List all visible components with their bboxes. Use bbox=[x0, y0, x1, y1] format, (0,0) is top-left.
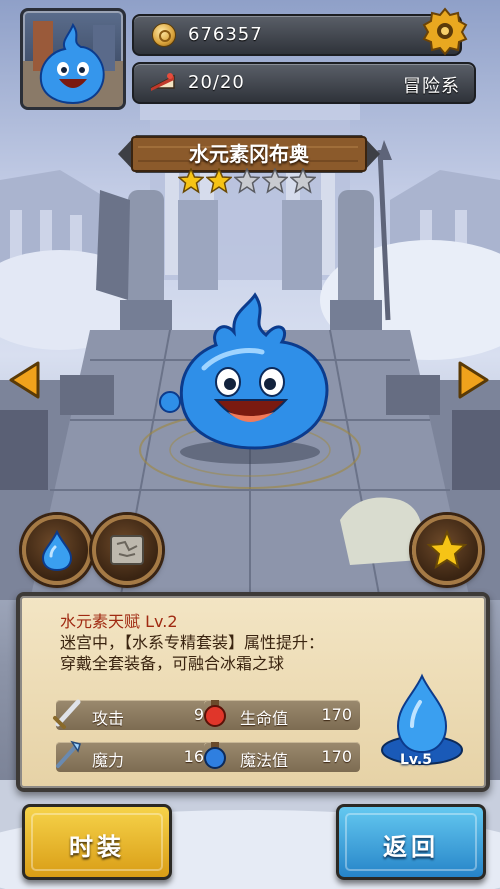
star-icon bbox=[426, 529, 468, 570]
water-slime-character[interactable] bbox=[150, 290, 360, 460]
map-button[interactable] bbox=[92, 515, 162, 585]
water-element-button[interactable] bbox=[22, 515, 92, 585]
star-filled-icon bbox=[206, 168, 232, 194]
coin-counter: 676357 bbox=[132, 14, 462, 56]
fashion-button[interactable]: 时装 bbox=[22, 804, 172, 880]
sword-icon bbox=[53, 699, 81, 729]
talent-description: 迷宫中，【水系专精套装】属性提升： 穿戴全套装备，可融合冰霜之球 bbox=[60, 632, 360, 674]
cake-slice-icon bbox=[150, 73, 175, 91]
talent-title: 水元素天赋 Lv.2 bbox=[60, 612, 178, 631]
star-empty-icon bbox=[290, 168, 316, 194]
staff-icon bbox=[56, 740, 81, 768]
blue-potion-icon bbox=[204, 742, 226, 769]
stat-mp: 魔法值 170 bbox=[204, 742, 360, 772]
coin-value: 676357 bbox=[188, 24, 263, 45]
star-filled-icon bbox=[178, 168, 204, 194]
stat-magic: 魔力 16 bbox=[56, 740, 212, 772]
water-drop-icon bbox=[41, 529, 73, 572]
star-rating bbox=[178, 168, 322, 194]
magic-label: 魔力 bbox=[92, 751, 125, 770]
favorite-button[interactable] bbox=[412, 515, 482, 585]
fashion-button-label: 时装 bbox=[69, 833, 125, 861]
attack-label: 攻击 bbox=[92, 709, 125, 728]
coin-icon bbox=[152, 23, 176, 47]
mp-value: 170 bbox=[321, 747, 352, 766]
mp-label: 魔法值 bbox=[240, 751, 289, 770]
talent-info-panel: 水元素天赋 Lv.2 迷宫中，【水系专精套装】属性提升： 穿戴全套装备，可融合冰… bbox=[16, 592, 490, 792]
star-empty-icon bbox=[234, 168, 260, 194]
arrow-left-icon[interactable] bbox=[8, 360, 42, 400]
slime-portrait-icon bbox=[23, 21, 123, 107]
red-potion-icon bbox=[204, 700, 226, 727]
stat-attack: 攻击 9 bbox=[53, 699, 212, 730]
map-scroll-icon bbox=[110, 535, 144, 565]
monster-name: 水元素冈布奥 bbox=[189, 142, 309, 166]
monster-portrait[interactable] bbox=[20, 8, 126, 110]
hp-label: 生命值 bbox=[240, 709, 289, 728]
gear-icon[interactable] bbox=[420, 6, 470, 56]
element-type-label: 冒险系 bbox=[403, 76, 460, 97]
stat-hp: 生命值 170 bbox=[204, 700, 360, 730]
talent-desc-line-2: 穿戴全套装备，可融合冰霜之球 bbox=[60, 654, 285, 673]
talent-desc-line-1: 迷宫中，【水系专精套装】属性提升： bbox=[60, 633, 325, 652]
back-button[interactable]: 返回 bbox=[336, 804, 486, 880]
back-button-label: 返回 bbox=[383, 833, 439, 861]
level-label: Lv.5 bbox=[400, 752, 432, 768]
arrow-right-icon[interactable] bbox=[456, 360, 490, 400]
stamina-bar: 20/20 冒险系 bbox=[132, 62, 476, 104]
star-empty-icon bbox=[262, 168, 288, 194]
hp-value: 170 bbox=[321, 705, 352, 724]
stamina-value: 20/20 bbox=[188, 72, 245, 93]
